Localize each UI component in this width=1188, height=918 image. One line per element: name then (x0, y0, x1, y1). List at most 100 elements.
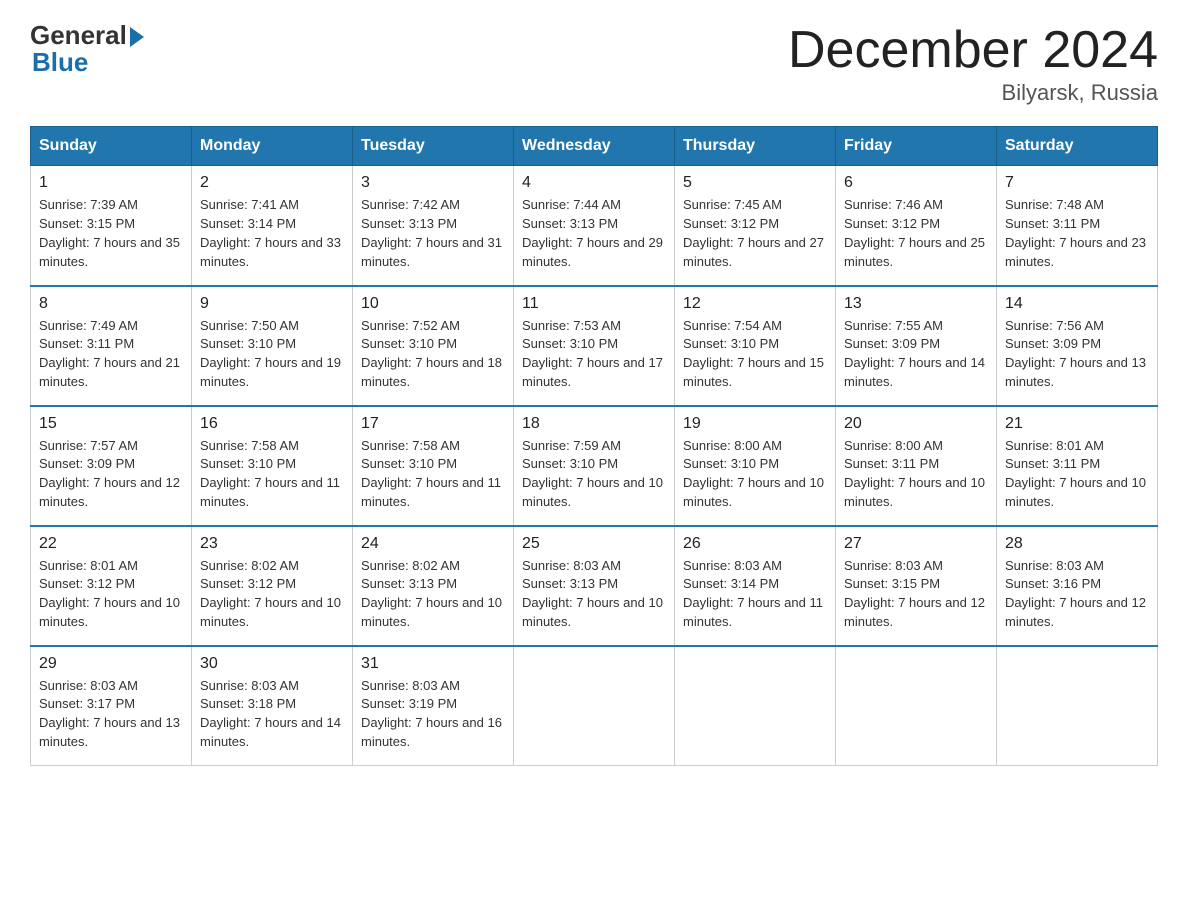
day-info: Sunrise: 7:58 AM Sunset: 3:10 PM Dayligh… (200, 437, 344, 512)
day-info: Sunrise: 8:03 AM Sunset: 3:17 PM Dayligh… (39, 677, 183, 752)
calendar-day: 18 Sunrise: 7:59 AM Sunset: 3:10 PM Dayl… (514, 406, 675, 526)
calendar-day (836, 646, 997, 766)
calendar-day: 21 Sunrise: 8:01 AM Sunset: 3:11 PM Dayl… (997, 406, 1158, 526)
day-info: Sunrise: 8:03 AM Sunset: 3:15 PM Dayligh… (844, 557, 988, 632)
day-info: Sunrise: 7:53 AM Sunset: 3:10 PM Dayligh… (522, 317, 666, 392)
calendar-day: 14 Sunrise: 7:56 AM Sunset: 3:09 PM Dayl… (997, 286, 1158, 406)
day-info: Sunrise: 7:48 AM Sunset: 3:11 PM Dayligh… (1005, 196, 1149, 271)
day-info: Sunrise: 7:57 AM Sunset: 3:09 PM Dayligh… (39, 437, 183, 512)
day-info: Sunrise: 8:00 AM Sunset: 3:11 PM Dayligh… (844, 437, 988, 512)
header-tuesday: Tuesday (353, 127, 514, 166)
calendar-day: 8 Sunrise: 7:49 AM Sunset: 3:11 PM Dayli… (31, 286, 192, 406)
day-info: Sunrise: 8:03 AM Sunset: 3:19 PM Dayligh… (361, 677, 505, 752)
day-number: 3 (361, 174, 505, 192)
day-number: 26 (683, 535, 827, 553)
day-number: 24 (361, 535, 505, 553)
day-number: 29 (39, 655, 183, 673)
calendar-day (997, 646, 1158, 766)
day-info: Sunrise: 7:54 AM Sunset: 3:10 PM Dayligh… (683, 317, 827, 392)
calendar-week-5: 29 Sunrise: 8:03 AM Sunset: 3:17 PM Dayl… (31, 646, 1158, 766)
title-section: December 2024 Bilyarsk, Russia (788, 20, 1158, 106)
day-info: Sunrise: 7:50 AM Sunset: 3:10 PM Dayligh… (200, 317, 344, 392)
day-number: 11 (522, 295, 666, 313)
day-info: Sunrise: 7:58 AM Sunset: 3:10 PM Dayligh… (361, 437, 505, 512)
calendar-day: 29 Sunrise: 8:03 AM Sunset: 3:17 PM Dayl… (31, 646, 192, 766)
day-number: 30 (200, 655, 344, 673)
day-info: Sunrise: 8:03 AM Sunset: 3:14 PM Dayligh… (683, 557, 827, 632)
calendar-day: 28 Sunrise: 8:03 AM Sunset: 3:16 PM Dayl… (997, 526, 1158, 646)
calendar-day: 31 Sunrise: 8:03 AM Sunset: 3:19 PM Dayl… (353, 646, 514, 766)
day-info: Sunrise: 7:56 AM Sunset: 3:09 PM Dayligh… (1005, 317, 1149, 392)
day-info: Sunrise: 7:52 AM Sunset: 3:10 PM Dayligh… (361, 317, 505, 392)
day-number: 25 (522, 535, 666, 553)
day-info: Sunrise: 7:39 AM Sunset: 3:15 PM Dayligh… (39, 196, 183, 271)
calendar-day: 12 Sunrise: 7:54 AM Sunset: 3:10 PM Dayl… (675, 286, 836, 406)
calendar-day: 13 Sunrise: 7:55 AM Sunset: 3:09 PM Dayl… (836, 286, 997, 406)
calendar-day: 2 Sunrise: 7:41 AM Sunset: 3:14 PM Dayli… (192, 166, 353, 286)
day-info: Sunrise: 8:00 AM Sunset: 3:10 PM Dayligh… (683, 437, 827, 512)
logo: General Blue (30, 20, 144, 78)
calendar-day: 9 Sunrise: 7:50 AM Sunset: 3:10 PM Dayli… (192, 286, 353, 406)
day-number: 5 (683, 174, 827, 192)
day-info: Sunrise: 7:46 AM Sunset: 3:12 PM Dayligh… (844, 196, 988, 271)
day-number: 19 (683, 415, 827, 433)
day-info: Sunrise: 8:02 AM Sunset: 3:13 PM Dayligh… (361, 557, 505, 632)
header-wednesday: Wednesday (514, 127, 675, 166)
day-info: Sunrise: 7:42 AM Sunset: 3:13 PM Dayligh… (361, 196, 505, 271)
header-thursday: Thursday (675, 127, 836, 166)
header-friday: Friday (836, 127, 997, 166)
day-number: 9 (200, 295, 344, 313)
calendar-day: 30 Sunrise: 8:03 AM Sunset: 3:18 PM Dayl… (192, 646, 353, 766)
header-monday: Monday (192, 127, 353, 166)
day-number: 14 (1005, 295, 1149, 313)
day-number: 4 (522, 174, 666, 192)
calendar-day: 5 Sunrise: 7:45 AM Sunset: 3:12 PM Dayli… (675, 166, 836, 286)
logo-blue-text: Blue (32, 47, 88, 78)
calendar-day: 19 Sunrise: 8:00 AM Sunset: 3:10 PM Dayl… (675, 406, 836, 526)
calendar-week-4: 22 Sunrise: 8:01 AM Sunset: 3:12 PM Dayl… (31, 526, 1158, 646)
day-number: 23 (200, 535, 344, 553)
day-number: 15 (39, 415, 183, 433)
calendar-week-2: 8 Sunrise: 7:49 AM Sunset: 3:11 PM Dayli… (31, 286, 1158, 406)
day-number: 16 (200, 415, 344, 433)
day-number: 10 (361, 295, 505, 313)
calendar-day: 23 Sunrise: 8:02 AM Sunset: 3:12 PM Dayl… (192, 526, 353, 646)
day-info: Sunrise: 7:49 AM Sunset: 3:11 PM Dayligh… (39, 317, 183, 392)
page-header: General Blue December 2024 Bilyarsk, Rus… (30, 20, 1158, 106)
location-label: Bilyarsk, Russia (788, 80, 1158, 106)
calendar-day: 3 Sunrise: 7:42 AM Sunset: 3:13 PM Dayli… (353, 166, 514, 286)
calendar-day: 1 Sunrise: 7:39 AM Sunset: 3:15 PM Dayli… (31, 166, 192, 286)
calendar-day: 4 Sunrise: 7:44 AM Sunset: 3:13 PM Dayli… (514, 166, 675, 286)
day-number: 1 (39, 174, 183, 192)
day-number: 13 (844, 295, 988, 313)
day-number: 6 (844, 174, 988, 192)
header-saturday: Saturday (997, 127, 1158, 166)
calendar-day: 25 Sunrise: 8:03 AM Sunset: 3:13 PM Dayl… (514, 526, 675, 646)
month-title: December 2024 (788, 20, 1158, 80)
calendar-table: Sunday Monday Tuesday Wednesday Thursday… (30, 126, 1158, 766)
calendar-day: 24 Sunrise: 8:02 AM Sunset: 3:13 PM Dayl… (353, 526, 514, 646)
calendar-day: 6 Sunrise: 7:46 AM Sunset: 3:12 PM Dayli… (836, 166, 997, 286)
header-sunday: Sunday (31, 127, 192, 166)
day-info: Sunrise: 8:01 AM Sunset: 3:11 PM Dayligh… (1005, 437, 1149, 512)
day-number: 20 (844, 415, 988, 433)
calendar-day: 22 Sunrise: 8:01 AM Sunset: 3:12 PM Dayl… (31, 526, 192, 646)
calendar-week-1: 1 Sunrise: 7:39 AM Sunset: 3:15 PM Dayli… (31, 166, 1158, 286)
day-info: Sunrise: 8:02 AM Sunset: 3:12 PM Dayligh… (200, 557, 344, 632)
day-number: 2 (200, 174, 344, 192)
day-number: 12 (683, 295, 827, 313)
calendar-day: 26 Sunrise: 8:03 AM Sunset: 3:14 PM Dayl… (675, 526, 836, 646)
day-number: 31 (361, 655, 505, 673)
calendar-day: 17 Sunrise: 7:58 AM Sunset: 3:10 PM Dayl… (353, 406, 514, 526)
day-info: Sunrise: 8:03 AM Sunset: 3:13 PM Dayligh… (522, 557, 666, 632)
calendar-week-3: 15 Sunrise: 7:57 AM Sunset: 3:09 PM Dayl… (31, 406, 1158, 526)
day-number: 18 (522, 415, 666, 433)
calendar-day: 11 Sunrise: 7:53 AM Sunset: 3:10 PM Dayl… (514, 286, 675, 406)
day-info: Sunrise: 7:55 AM Sunset: 3:09 PM Dayligh… (844, 317, 988, 392)
calendar-day: 20 Sunrise: 8:00 AM Sunset: 3:11 PM Dayl… (836, 406, 997, 526)
calendar-day: 16 Sunrise: 7:58 AM Sunset: 3:10 PM Dayl… (192, 406, 353, 526)
calendar-day (675, 646, 836, 766)
day-number: 27 (844, 535, 988, 553)
day-number: 28 (1005, 535, 1149, 553)
calendar-day: 7 Sunrise: 7:48 AM Sunset: 3:11 PM Dayli… (997, 166, 1158, 286)
